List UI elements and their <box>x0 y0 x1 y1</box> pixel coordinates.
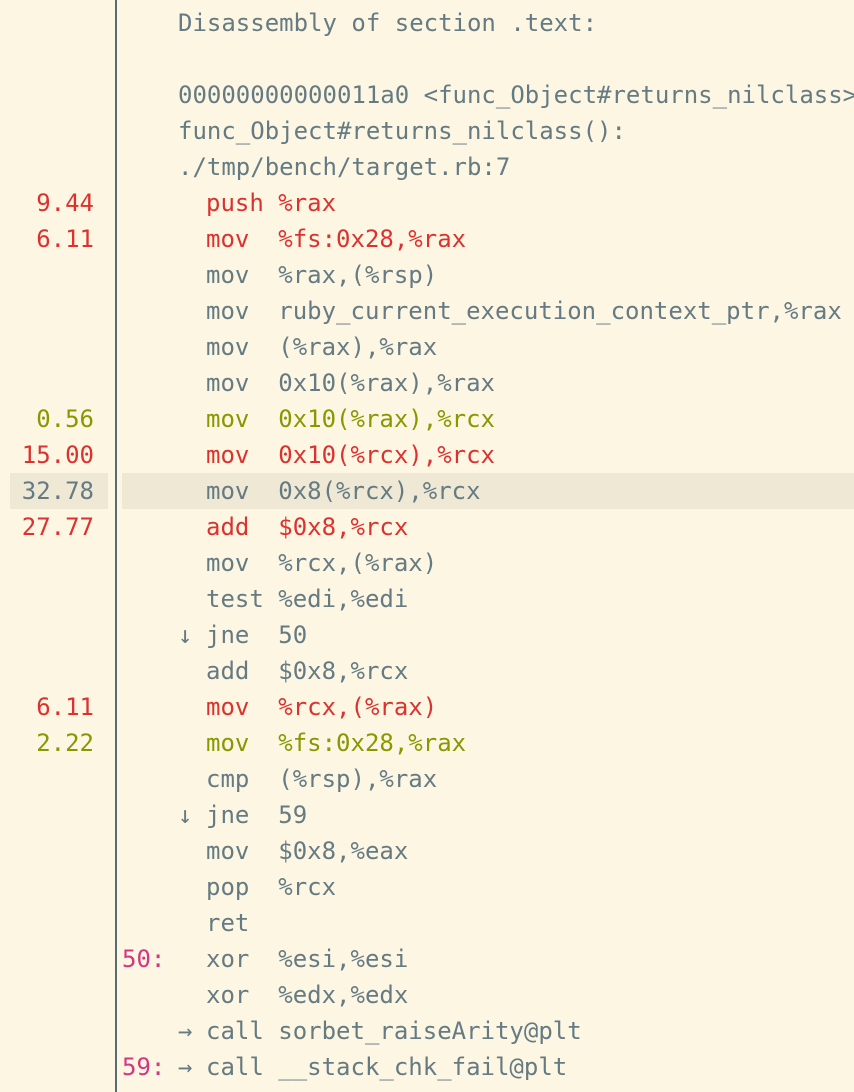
instruction-row[interactable]: ↓ jne 59 <box>0 797 854 833</box>
jump-target-label: 50: <box>122 945 166 973</box>
instruction-row[interactable]: 6.11 mov %rcx,(%rax) <box>0 689 854 725</box>
source-location: ./tmp/bench/target.rb:7 <box>178 153 511 181</box>
call-arrow-icon: → <box>178 1017 193 1045</box>
instruction-text: mov %rcx,(%rax) <box>206 549 438 577</box>
instruction-row[interactable]: mov %rax,(%rsp) <box>0 257 854 293</box>
section-header: Disassembly of section .text: <box>178 9 598 37</box>
symbol-header: 00000000000011a0 <func_Object#returns_ni… <box>178 81 854 109</box>
instruction-row[interactable]: 59: → call __stack_chk_fail@plt <box>0 1049 854 1085</box>
instruction-row[interactable]: 9.44 push %rax <box>0 185 854 221</box>
instruction-row[interactable]: 0.56 mov 0x10(%rax),%rcx <box>0 401 854 437</box>
instruction-text: cmp (%rsp),%rax <box>206 765 438 793</box>
instruction-row[interactable]: 15.00 mov 0x10(%rcx),%rcx <box>0 437 854 473</box>
sample-percent: 0.56 <box>36 405 94 433</box>
instruction-text: mov 0x10(%rcx),%rcx <box>206 441 495 469</box>
instruction-text: mov %fs:0x28,%rax <box>206 729 467 757</box>
instruction-row[interactable]: mov %rcx,(%rax) <box>0 545 854 581</box>
instruction-text: add $0x8,%rcx <box>206 513 409 541</box>
sample-percent: 9.44 <box>36 189 94 217</box>
jump-down-icon: ↓ <box>178 801 193 829</box>
instruction-row[interactable]: 27.77 add $0x8,%rcx <box>0 509 854 545</box>
instruction-text: xor %edx,%edx <box>206 981 409 1009</box>
function-header-line: func_Object#returns_nilclass(): <box>0 113 854 149</box>
sample-percent: 32.78 <box>21 477 94 505</box>
instruction-row[interactable]: test %edi,%edi <box>0 581 854 617</box>
sample-percent: 6.11 <box>36 225 94 253</box>
instruction-text: xor %esi,%esi <box>206 945 409 973</box>
sample-percent: 15.00 <box>21 441 94 469</box>
instruction-text: mov 0x8(%rcx),%rcx <box>206 477 481 505</box>
instruction-text: mov (%rax),%rax <box>206 333 438 361</box>
sample-percent: 6.11 <box>36 693 94 721</box>
instruction-row[interactable]: mov $0x8,%eax <box>0 833 854 869</box>
instruction-row[interactable]: ↓ jne 50 <box>0 617 854 653</box>
instruction-row[interactable]: mov 0x10(%rax),%rax <box>0 365 854 401</box>
sample-percent: 27.77 <box>21 513 94 541</box>
instruction-row[interactable]: 50: xor %esi,%esi <box>0 941 854 977</box>
instruction-text: jne 50 <box>206 621 308 649</box>
instruction-text: mov %rax,(%rsp) <box>206 261 438 289</box>
call-arrow-icon: → <box>178 1053 193 1081</box>
instruction-text: call sorbet_raiseArity@plt <box>206 1017 582 1045</box>
instruction-text: mov ruby_current_execution_context_ptr,%… <box>206 297 842 325</box>
section-header-line: Disassembly of section .text: <box>0 5 854 41</box>
annotate-view: Disassembly of section .text: 0000000000… <box>0 0 854 1092</box>
instruction-row[interactable]: 2.22 mov %fs:0x28,%rax <box>0 725 854 761</box>
instruction-text: add $0x8,%rcx <box>206 657 409 685</box>
instruction-row[interactable]: add $0x8,%rcx <box>0 653 854 689</box>
sample-percent: 2.22 <box>36 729 94 757</box>
function-name: func_Object#returns_nilclass(): <box>178 117 626 145</box>
instruction-text: jne 59 <box>206 801 308 829</box>
instruction-row[interactable]: 32.78 mov 0x8(%rcx),%rcx <box>0 473 854 509</box>
instruction-row[interactable]: pop %rcx <box>0 869 854 905</box>
instruction-text: mov 0x10(%rax),%rax <box>206 369 495 397</box>
instruction-row[interactable]: cmp (%rsp),%rax <box>0 761 854 797</box>
instruction-text: mov $0x8,%eax <box>206 837 409 865</box>
instruction-row[interactable]: xor %edx,%edx <box>0 977 854 1013</box>
instruction-row[interactable]: 6.11 mov %fs:0x28,%rax <box>0 221 854 257</box>
instruction-text: test %edi,%edi <box>206 585 409 613</box>
source-line: ./tmp/bench/target.rb:7 <box>0 149 854 185</box>
jump-target-label: 59: <box>122 1053 166 1081</box>
instruction-row[interactable]: mov ruby_current_execution_context_ptr,%… <box>0 293 854 329</box>
instruction-text: call __stack_chk_fail@plt <box>206 1053 568 1081</box>
instruction-text: pop %rcx <box>206 873 337 901</box>
instruction-row[interactable]: → call sorbet_raiseArity@plt <box>0 1013 854 1049</box>
instruction-text: mov %fs:0x28,%rax <box>206 225 467 253</box>
instruction-text: ret <box>206 909 250 937</box>
instruction-row[interactable]: mov (%rax),%rax <box>0 329 854 365</box>
instruction-row[interactable]: ret <box>0 905 854 941</box>
instruction-text: push %rax <box>206 189 337 217</box>
instruction-text: mov %rcx,(%rax) <box>206 693 438 721</box>
instruction-text: mov 0x10(%rax),%rcx <box>206 405 495 433</box>
symbol-header-line: 00000000000011a0 <func_Object#returns_ni… <box>0 77 854 113</box>
jump-down-icon: ↓ <box>178 621 193 649</box>
